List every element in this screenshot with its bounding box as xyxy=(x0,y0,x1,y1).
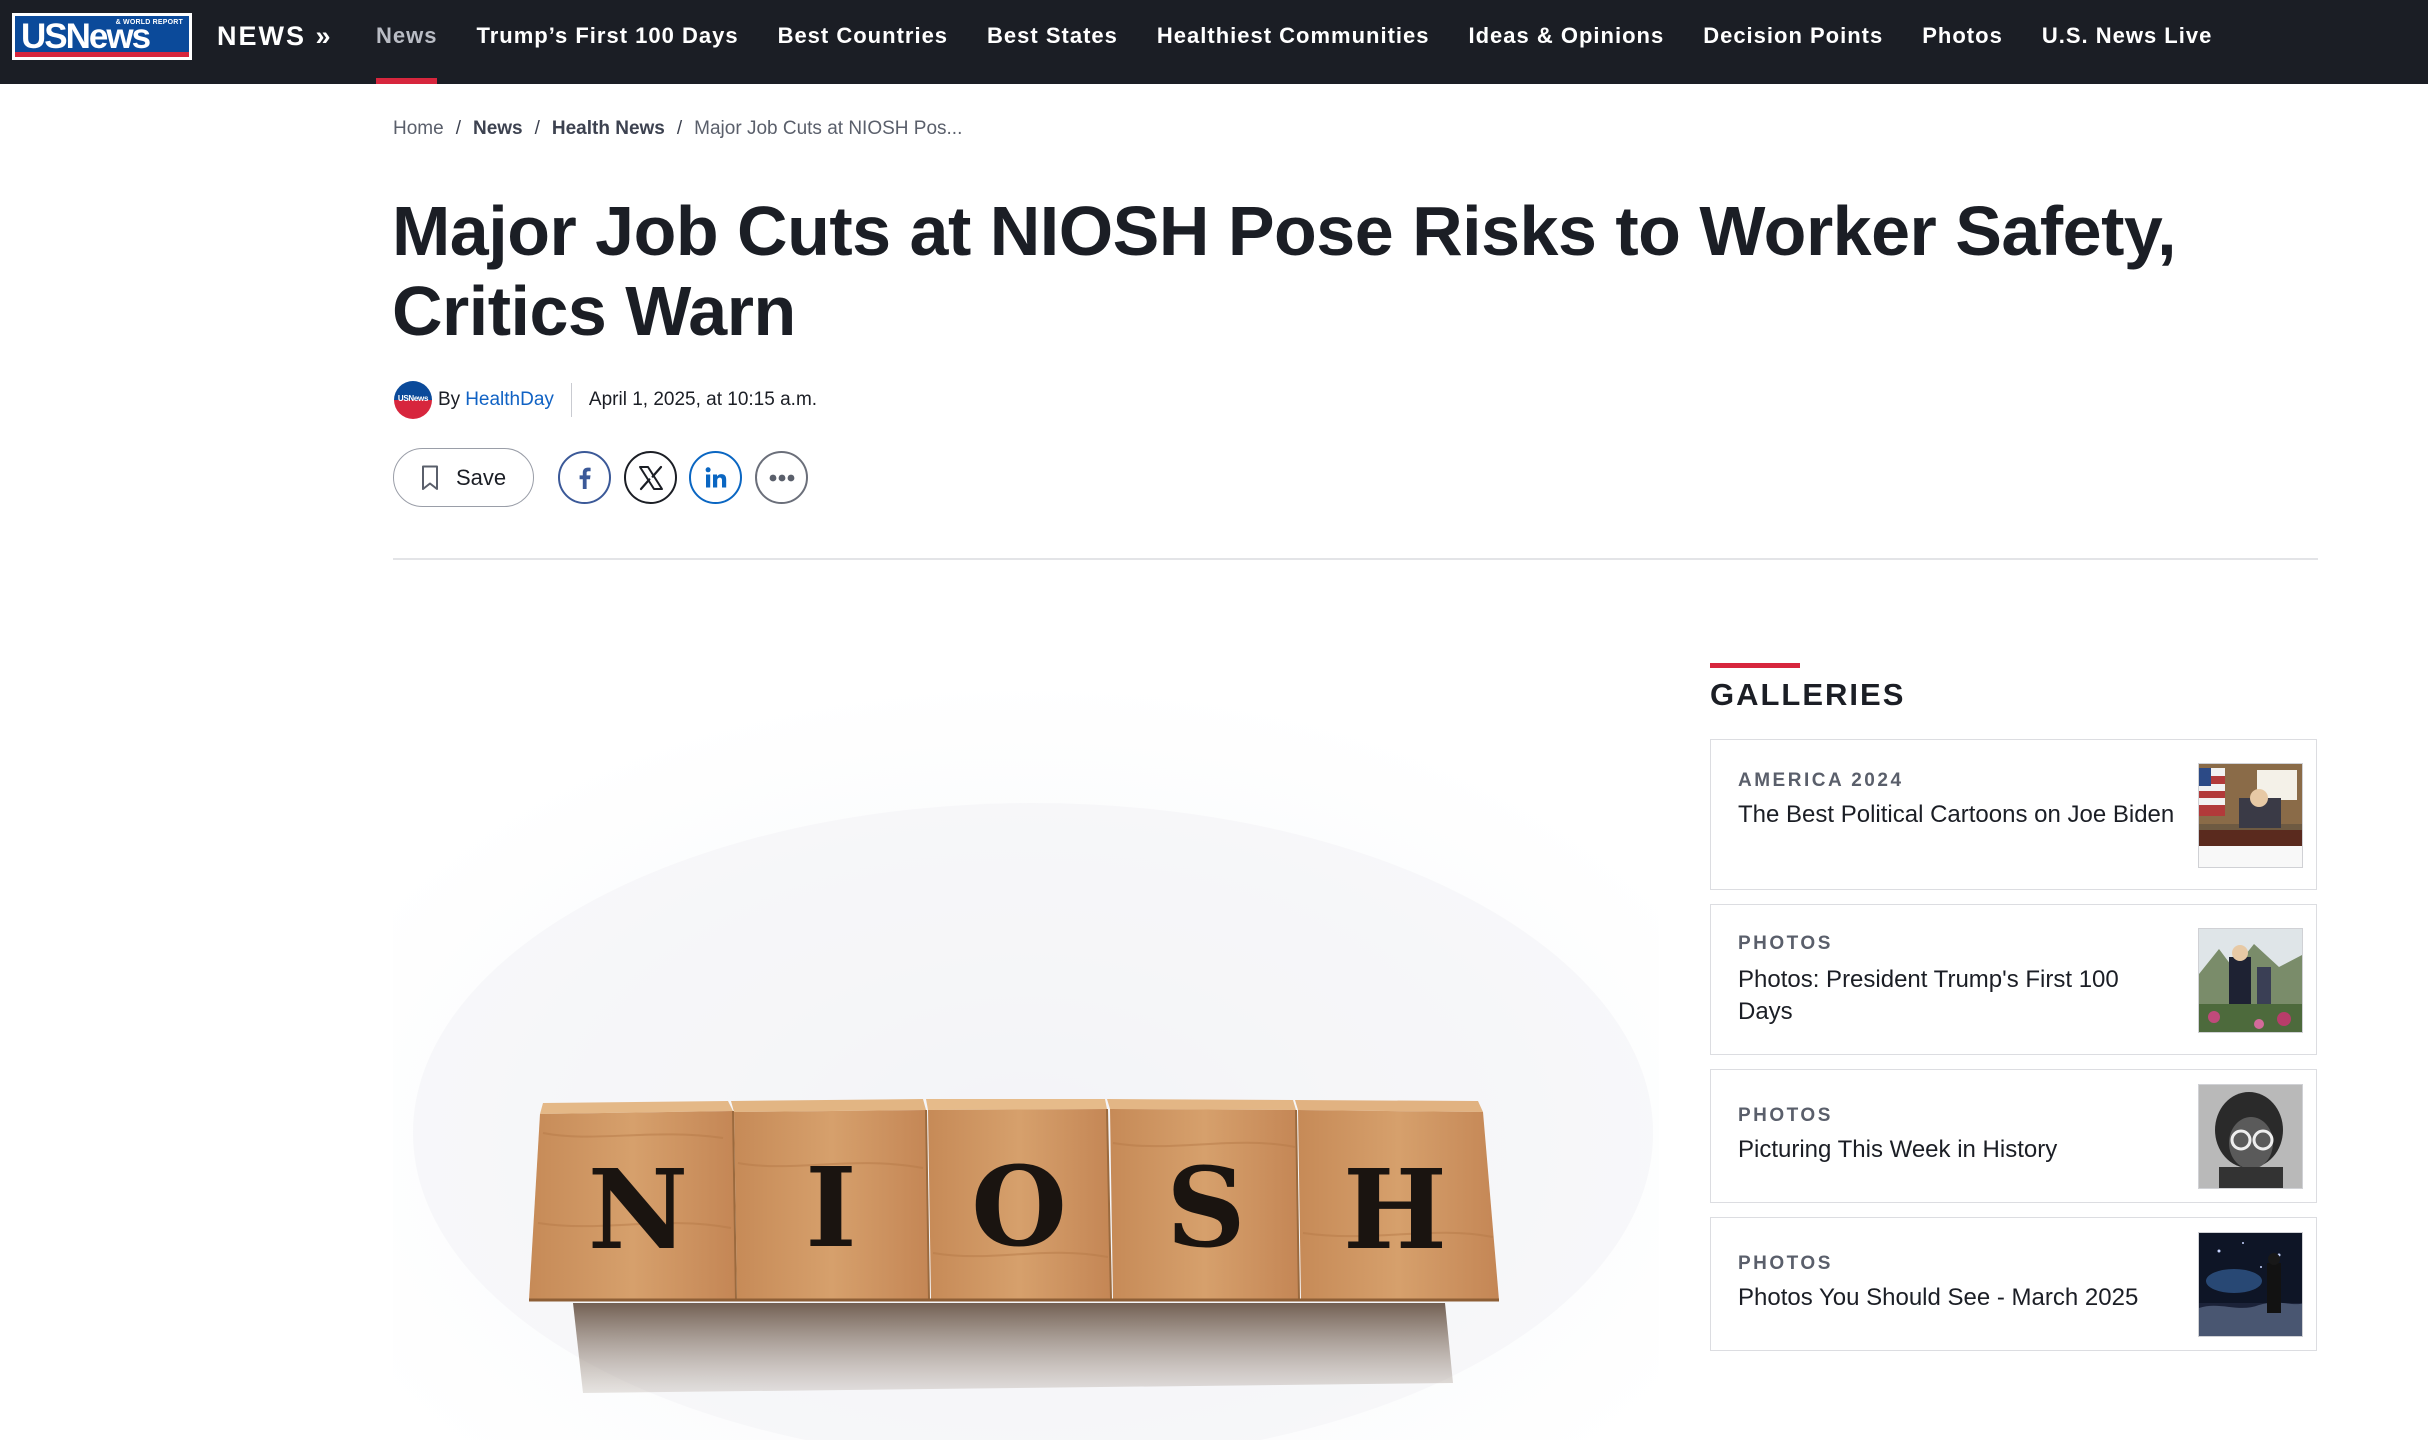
usnews-logo[interactable]: USNews & WORLD REPORT xyxy=(12,13,192,60)
hero-letter-o: O xyxy=(971,1142,1067,1271)
article-headline: Major Job Cuts at NIOSH Pose Risks to Wo… xyxy=(392,192,2177,350)
gallery-card[interactable]: PHOTOS Photos: President Trump's First 1… xyxy=(1710,904,2317,1055)
gallery-thumbnail xyxy=(2198,1232,2303,1337)
hero-letter-n: N xyxy=(588,1145,689,1274)
gallery-card-kicker: PHOTOS xyxy=(1738,1105,1833,1126)
gallery-card-title: The Best Political Cartoons on Joe Biden xyxy=(1738,801,2175,828)
hero-letter-s: S xyxy=(1166,1143,1245,1272)
author-avatar: USNews xyxy=(394,381,432,419)
share-x-button[interactable] xyxy=(624,451,677,504)
nav-item-ideas-opinions[interactable]: Ideas & Opinions xyxy=(1469,0,1665,84)
share-facebook-button[interactable] xyxy=(558,451,611,504)
gallery-card-kicker: PHOTOS xyxy=(1738,933,1833,954)
logo-mark: USNews & WORLD REPORT xyxy=(15,16,189,57)
facebook-icon xyxy=(579,467,591,489)
gallery-card-title: Picturing This Week in History xyxy=(1738,1136,2058,1163)
top-navigation-bar: USNews & WORLD REPORT NEWS » News Trump’… xyxy=(0,0,2428,84)
header-divider xyxy=(393,558,2318,560)
nav-item-photos[interactable]: Photos xyxy=(1922,0,2003,84)
nav-item-healthiest-communities[interactable]: Healthiest Communities xyxy=(1157,0,1430,84)
more-icon xyxy=(769,474,794,481)
nav-menu: News Trump’s First 100 Days Best Countri… xyxy=(376,0,2251,84)
gallery-thumbnail xyxy=(2198,928,2303,1033)
logo-small-text: & WORLD REPORT xyxy=(115,19,183,26)
article-hero-image: N I O S H xyxy=(393,663,1659,1440)
nav-item-news[interactable]: News xyxy=(376,0,438,84)
hero-letter-h: H xyxy=(1343,1145,1447,1274)
gallery-card[interactable]: AMERICA 2024 The Best Political Cartoons… xyxy=(1710,739,2317,890)
publish-date: April 1, 2025, at 10:15 a.m. xyxy=(588,389,818,410)
breadcrumb-current: Major Job Cuts at NIOSH Pos... xyxy=(694,118,963,139)
save-label: Save xyxy=(456,464,507,490)
byline-prefix: By xyxy=(438,389,461,410)
gallery-card-title: Photos You Should See - March 2025 xyxy=(1738,1284,2139,1311)
x-icon xyxy=(638,465,663,490)
gallery-card-kicker: PHOTOS xyxy=(1738,1253,1833,1274)
gallery-thumbnail xyxy=(2198,1084,2303,1189)
breadcrumb-separator: / xyxy=(455,118,461,139)
nav-item-decision-points[interactable]: Decision Points xyxy=(1703,0,1883,84)
nav-section-news[interactable]: NEWS » xyxy=(217,19,333,53)
avatar-text: USNews xyxy=(397,394,429,403)
gallery-card-title: Photos: President Trump's First 100 Days xyxy=(1738,966,2119,1025)
gallery-card[interactable]: PHOTOS Photos You Should See - March 202… xyxy=(1710,1217,2317,1351)
byline-divider xyxy=(570,383,572,417)
galleries-heading: GALLERIES xyxy=(1710,677,1906,712)
breadcrumb-health-news[interactable]: Health News xyxy=(552,118,665,139)
breadcrumb-separator: / xyxy=(676,118,683,139)
share-more-button[interactable] xyxy=(755,451,808,504)
gallery-card-kicker: AMERICA 2024 xyxy=(1738,770,1904,791)
gallery-thumbnail xyxy=(2198,763,2303,868)
breadcrumb: Home / News / Health News / Major Job Cuts at … xyxy=(393,116,962,142)
author-link[interactable]: HealthDay xyxy=(465,389,554,411)
breadcrumb-home[interactable]: Home xyxy=(393,118,444,139)
bookmark-icon xyxy=(422,465,438,490)
save-button[interactable]: Save xyxy=(393,448,534,507)
article-byline: USNews By HealthDay April 1, 2025, at 10… xyxy=(394,381,817,419)
hero-letter-i: I xyxy=(805,1143,856,1272)
nav-item-best-states[interactable]: Best States xyxy=(987,0,1118,84)
nav-item-usnews-live[interactable]: U.S. News Live xyxy=(2042,0,2213,84)
share-linkedin-button[interactable] xyxy=(689,451,742,504)
breadcrumb-news[interactable]: News xyxy=(473,118,523,139)
gallery-card[interactable]: PHOTOS Picturing This Week in History xyxy=(1710,1069,2317,1203)
nav-item-best-countries[interactable]: Best Countries xyxy=(778,0,948,84)
breadcrumb-separator: / xyxy=(534,118,540,139)
galleries-accent-bar xyxy=(1710,663,1800,668)
logo-stripe xyxy=(15,52,189,57)
linkedin-icon xyxy=(705,466,726,487)
nav-item-trumps-first-100-days[interactable]: Trump’s First 100 Days xyxy=(476,0,738,84)
niosh-blocks-photo: N I O S H xyxy=(393,663,1659,1440)
